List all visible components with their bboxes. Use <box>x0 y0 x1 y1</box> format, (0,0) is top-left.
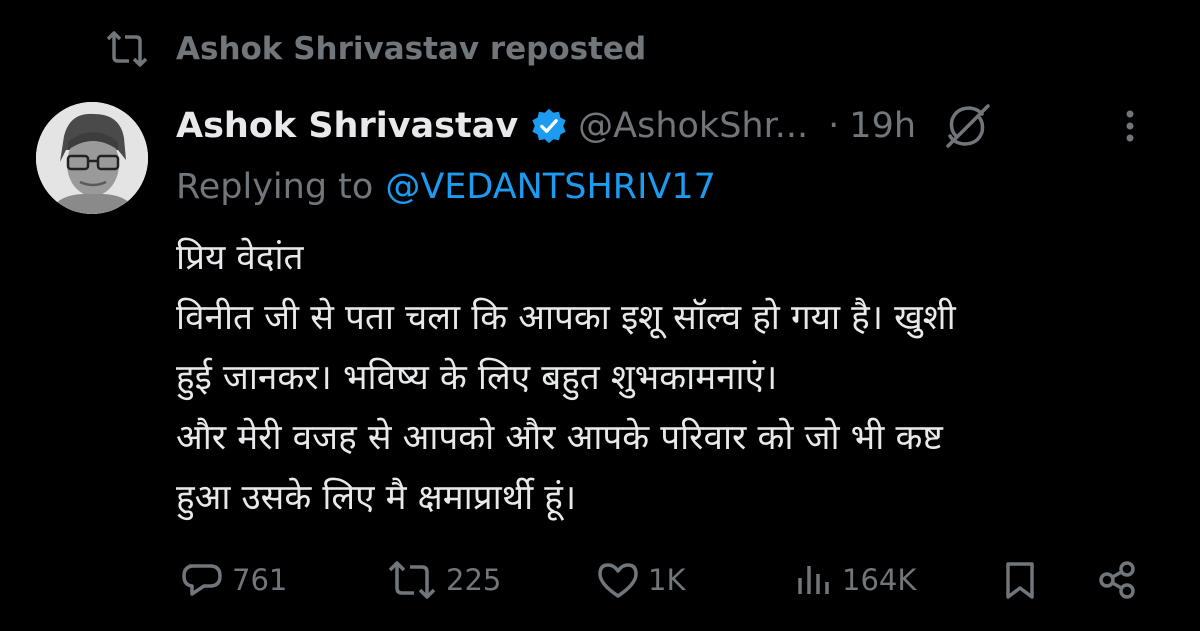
tweet-text-line: प्रिय वेदांत <box>176 238 304 278</box>
avatar[interactable] <box>36 102 148 214</box>
profile-photo <box>36 102 148 214</box>
views-button[interactable]: 164K <box>794 552 916 608</box>
share-button[interactable] <box>1096 552 1138 608</box>
tweet-text-line: और मेरी वजह से आपको और आपके परिवार को जो… <box>176 418 943 458</box>
author-handle[interactable]: @AshokShr... <box>578 106 808 146</box>
repost-button[interactable]: 225 <box>386 552 501 608</box>
tweet-text-line: विनीत जी से पता चला कि आपका इशू सॉल्व हो… <box>176 298 956 338</box>
author-name[interactable]: Ashok Shrivastav <box>176 106 518 146</box>
reply-button[interactable]: 761 <box>180 552 287 608</box>
reply-mention-link[interactable]: @VEDANTSHRIV17 <box>385 167 716 207</box>
timestamp[interactable]: 19h <box>849 106 916 146</box>
bookmark-icon <box>1006 562 1034 599</box>
like-button[interactable]: 1K <box>596 552 685 608</box>
tweet-text: प्रिय वेदांत विनीत जी से पता चला कि आपका… <box>176 228 1176 528</box>
repost-icon <box>388 561 436 599</box>
repost-icon <box>104 29 152 69</box>
tweet-text-line: हुई जानकर। भविष्य के लिए बहुत शुभकामनाएं… <box>176 358 778 398</box>
more-options-icon[interactable] <box>1110 106 1150 146</box>
repost-label: Ashok Shrivastav reposted <box>176 31 647 67</box>
separator-dot: · <box>828 106 840 146</box>
replying-to: Replying to @VEDANTSHRIV17 <box>176 160 716 214</box>
reply-icon <box>182 564 222 596</box>
verified-badge-icon[interactable] <box>530 107 568 145</box>
bookmark-button[interactable] <box>1002 552 1038 608</box>
grok-icon[interactable] <box>942 102 992 150</box>
share-icon <box>1099 561 1135 599</box>
heart-icon <box>598 563 638 598</box>
like-count: 1K <box>648 563 686 597</box>
repost-count: 225 <box>446 563 502 597</box>
replying-prefix: Replying to <box>176 167 374 207</box>
view-count: 164K <box>842 563 917 597</box>
action-bar: 761 225 1K 164K <box>176 552 1176 608</box>
tweet[interactable]: Ashok Shrivastav reposted Ashok Shrivast… <box>0 0 1200 631</box>
tweet-header: Ashok Shrivastav @AshokShr... · 19h <box>176 98 1170 154</box>
repost-context[interactable]: Ashok Shrivastav reposted <box>104 26 646 72</box>
analytics-icon <box>798 566 829 594</box>
tweet-text-line: हुआ उसके लिए मै क्षमाप्रार्थी हूं। <box>176 478 577 518</box>
reply-count: 761 <box>232 563 288 597</box>
